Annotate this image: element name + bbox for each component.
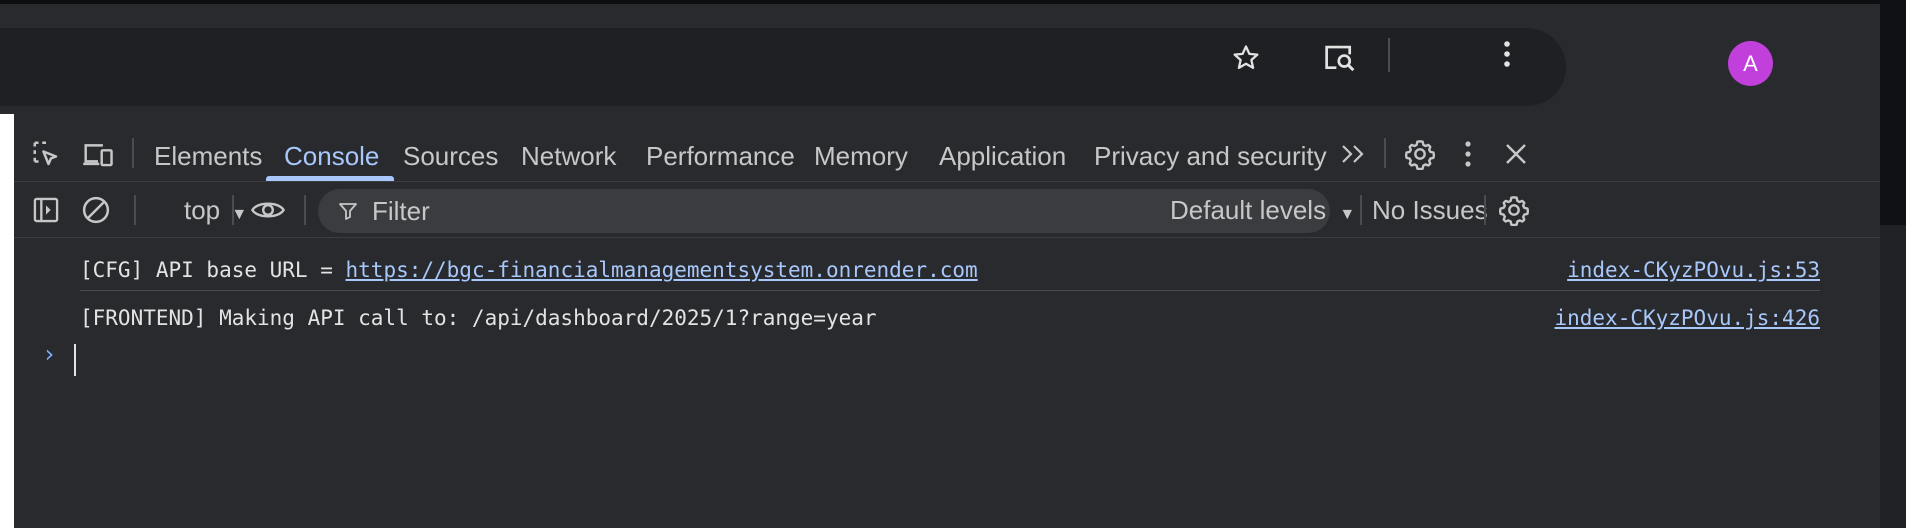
toolbar-separator	[1484, 195, 1486, 225]
log-levels-dropdown[interactable]: Default levels ▼	[1170, 191, 1355, 229]
tab-elements[interactable]: Elements	[154, 134, 262, 178]
inspect-element-icon[interactable]	[28, 136, 64, 172]
tab-privacy-and-security[interactable]: Privacy and security	[1094, 134, 1327, 178]
toolbar-separator	[1360, 195, 1362, 225]
message-divider	[80, 290, 1820, 291]
filter-placeholder: Filter	[372, 195, 430, 226]
message-source-link[interactable]: index-CKyzPOvu.js:53	[1567, 252, 1820, 288]
toolbar-separator	[1388, 38, 1390, 72]
tab-console[interactable]: Console	[284, 134, 379, 178]
tab-application[interactable]: Application	[939, 134, 1066, 178]
search-tab-icon[interactable]	[1320, 38, 1360, 78]
toolbar-separator	[232, 195, 234, 225]
tab-memory[interactable]: Memory	[814, 134, 908, 178]
profile-avatar[interactable]: A	[1728, 41, 1773, 86]
devtools-panel: Elements Console Sources Network Perform…	[14, 114, 1880, 528]
devtools-menu-icon[interactable]	[1454, 134, 1482, 174]
console-message: [FRONTEND] Making API call to: /api/dash…	[80, 300, 1820, 336]
tab-performance[interactable]: Performance	[646, 134, 795, 178]
browser-toolbar	[0, 4, 1880, 114]
settings-gear-icon[interactable]	[1400, 134, 1440, 174]
window-edge	[1880, 0, 1906, 528]
clear-console-icon[interactable]	[78, 192, 114, 228]
console-output: [CFG] API base URL = https://bgc-financi…	[14, 238, 1880, 528]
tab-separator	[132, 138, 134, 168]
tab-separator	[1384, 138, 1386, 168]
sidebar-toggle-icon[interactable]	[28, 192, 64, 228]
chevron-down-icon: ▼	[1339, 206, 1356, 223]
active-tab-indicator	[266, 176, 394, 181]
context-selector[interactable]: top ▼	[184, 191, 247, 229]
console-input[interactable]	[74, 344, 76, 376]
issues-button[interactable]: No Issues	[1372, 191, 1488, 229]
star-icon[interactable]	[1226, 38, 1266, 78]
message-text: [FRONTEND] Making API call to: /api/dash…	[80, 306, 877, 330]
tab-network[interactable]: Network	[521, 134, 616, 178]
kebab-icon[interactable]	[1490, 36, 1524, 72]
close-icon[interactable]	[1496, 134, 1536, 174]
console-prompt-icon: ›	[42, 340, 57, 368]
tab-sources[interactable]: Sources	[403, 134, 498, 178]
toolbar-separator	[304, 195, 306, 225]
device-toolbar-icon[interactable]	[80, 136, 116, 172]
live-expression-eye-icon[interactable]	[248, 192, 288, 228]
console-settings-gear-icon[interactable]	[1494, 190, 1534, 230]
message-source-link[interactable]: index-CKyzPOvu.js:426	[1554, 300, 1820, 336]
toolbar-separator	[134, 195, 136, 225]
context-label: top	[184, 195, 221, 225]
log-levels-label: Default levels	[1170, 195, 1327, 225]
devtools-tabbar: Elements Console Sources Network Perform…	[14, 114, 1880, 182]
page-content-edge	[0, 114, 14, 528]
filter-icon	[339, 203, 357, 220]
console-message: [CFG] API base URL = https://bgc-financi…	[80, 252, 1820, 288]
message-text: [CFG] API base URL =	[80, 258, 346, 282]
console-toolbar: top ▼ Filter Default levels ▼ No Issues	[14, 182, 1880, 238]
more-tabs-icon[interactable]	[1336, 136, 1372, 172]
message-url-link[interactable]: https://bgc-financialmanagementsystem.on…	[346, 258, 978, 282]
